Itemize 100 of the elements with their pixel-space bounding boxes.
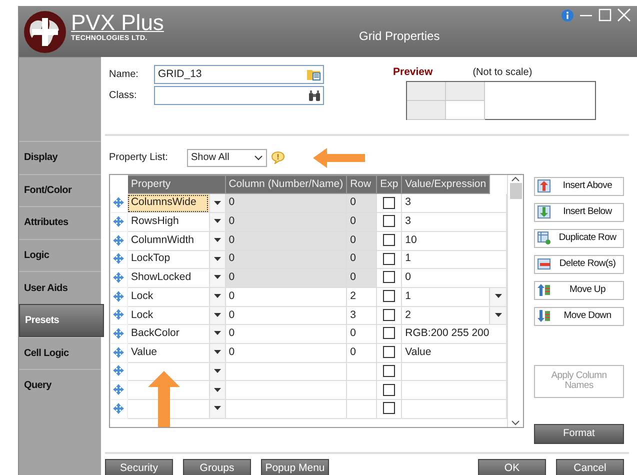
- table-cell[interactable]: 0: [346, 212, 377, 232]
- chevron-down-icon[interactable]: [511, 418, 520, 427]
- move-handle-icon[interactable]: [113, 272, 124, 283]
- table-cell[interactable]: RowsHigh: [127, 212, 210, 232]
- table-cell[interactable]: 0: [346, 250, 377, 269]
- table-cell[interactable]: 3: [346, 306, 377, 325]
- sidebar-item[interactable]: Attributes: [19, 206, 101, 239]
- table-cell[interactable]: Lock: [127, 306, 210, 325]
- sidebar-item[interactable]: Query: [19, 369, 101, 402]
- table-cell[interactable]: RGB:200 255 200: [402, 324, 507, 344]
- info-icon[interactable]: [561, 8, 574, 22]
- caret-down-icon: [214, 331, 221, 336]
- table-cell[interactable]: 0: [346, 324, 377, 344]
- caret-down-icon: [214, 294, 221, 298]
- table-cell[interactable]: 0: [346, 194, 377, 213]
- dialog-button[interactable]: Groups: [183, 458, 251, 475]
- table-cell[interactable]: 0: [402, 268, 507, 288]
- table-cell[interactable]: 1: [402, 250, 507, 269]
- speech-bubble-icon[interactable]: [271, 151, 285, 164]
- table-cell[interactable]: 0: [225, 231, 347, 250]
- checkbox[interactable]: [383, 252, 396, 265]
- toolbar-button[interactable]: Insert Below: [534, 202, 624, 222]
- sidebar-item[interactable]: Font/Color: [19, 174, 101, 206]
- table-cell[interactable]: 0: [225, 306, 347, 325]
- table-cell[interactable]: 0: [225, 324, 347, 344]
- property-list-dropdown[interactable]: Show All: [187, 148, 267, 167]
- caret-down-icon: [214, 238, 221, 242]
- move-handle-icon[interactable]: [113, 328, 124, 339]
- table-cell[interactable]: ColumnsWide: [127, 194, 210, 213]
- move-handle-icon[interactable]: [113, 384, 124, 395]
- move-handle-icon[interactable]: [113, 197, 124, 208]
- move-handle-icon[interactable]: [113, 309, 124, 320]
- move-handle-icon[interactable]: [113, 216, 124, 227]
- table-cell[interactable]: LockTop: [127, 250, 210, 269]
- toolbar-button[interactable]: Insert Above: [534, 176, 624, 196]
- checkbox[interactable]: [383, 364, 396, 377]
- table-cell[interactable]: Lock: [127, 287, 210, 306]
- name-label: Name:: [109, 68, 140, 82]
- table-cell[interactable]: 0: [225, 287, 347, 306]
- checkbox[interactable]: [383, 196, 396, 209]
- table-cell[interactable]: ColumnWidth: [127, 231, 210, 250]
- table-cell[interactable]: 0: [346, 231, 377, 250]
- checkbox[interactable]: [383, 384, 396, 396]
- class-label: Class:: [109, 89, 138, 103]
- move-handle-icon[interactable]: [113, 402, 124, 414]
- checkbox[interactable]: [383, 271, 396, 284]
- table-cell[interactable]: Value: [127, 343, 210, 362]
- format-button[interactable]: Format: [534, 424, 624, 444]
- move-handle-icon[interactable]: [113, 253, 124, 264]
- close-icon[interactable]: [617, 8, 631, 22]
- toolbar-button[interactable]: Delete Row(s): [534, 254, 624, 274]
- table-cell[interactable]: 0: [225, 212, 347, 232]
- dialog-button[interactable]: Popup Menu: [261, 458, 329, 475]
- table-cell[interactable]: 3: [402, 194, 507, 213]
- table-cell[interactable]: Value: [402, 343, 507, 362]
- table-cell[interactable]: 0: [225, 194, 347, 213]
- sidebar-item[interactable]: Logic: [19, 238, 101, 272]
- checkbox[interactable]: [383, 402, 396, 414]
- toolbar-button[interactable]: Duplicate Row: [534, 228, 624, 248]
- toolbar-button[interactable]: Move Up: [534, 280, 624, 300]
- move-handle-icon[interactable]: [113, 365, 124, 376]
- table-cell[interactable]: 0: [346, 343, 377, 362]
- table-cell[interactable]: 1: [402, 287, 490, 306]
- table-cell[interactable]: 0: [225, 268, 347, 288]
- move-handle-icon[interactable]: [113, 346, 124, 358]
- checkbox[interactable]: [383, 308, 396, 321]
- folder-icon[interactable]: [307, 68, 321, 81]
- table-cell[interactable]: BackColor: [127, 324, 210, 344]
- table-cell[interactable]: ShowLocked: [127, 268, 210, 288]
- table-cell[interactable]: 0: [346, 268, 377, 288]
- binoculars-icon[interactable]: [308, 90, 321, 102]
- table-cell[interactable]: 3: [402, 212, 507, 232]
- table-cell[interactable]: 0: [225, 250, 347, 269]
- move-handle-icon[interactable]: [113, 234, 124, 246]
- logo-text: PVX Plus: [71, 12, 164, 34]
- sidebar-item[interactable]: Display: [19, 141, 101, 174]
- class-field[interactable]: [154, 86, 324, 105]
- table-cell[interactable]: 0: [225, 343, 347, 362]
- checkbox[interactable]: [383, 290, 396, 302]
- sidebar-item[interactable]: Cell Logic: [19, 336, 101, 370]
- sidebar-item[interactable]: Presets: [19, 304, 104, 337]
- table-cell[interactable]: 2: [346, 287, 377, 306]
- dialog-button[interactable]: Security: [105, 458, 173, 475]
- chevron-up-icon[interactable]: [511, 174, 520, 183]
- checkbox[interactable]: [383, 215, 396, 228]
- vertical-scrollbar[interactable]: [507, 174, 523, 427]
- caret-down-icon: [494, 294, 502, 298]
- checkbox[interactable]: [383, 346, 396, 358]
- checkbox[interactable]: [383, 327, 396, 340]
- maximize-icon[interactable]: [598, 8, 612, 22]
- dialog-button[interactable]: Cancel: [556, 458, 624, 475]
- checkbox[interactable]: [383, 234, 396, 246]
- scrollbar-thumb[interactable]: [510, 182, 522, 199]
- caret-down-icon: [214, 219, 221, 224]
- name-field[interactable]: GRID_13: [154, 65, 324, 84]
- table-cell[interactable]: 10: [402, 231, 507, 250]
- move-handle-icon[interactable]: [113, 290, 124, 302]
- toolbar-button[interactable]: Move Down: [534, 306, 624, 326]
- table-cell[interactable]: 2: [402, 306, 490, 325]
- dialog-button[interactable]: OK: [478, 458, 546, 475]
